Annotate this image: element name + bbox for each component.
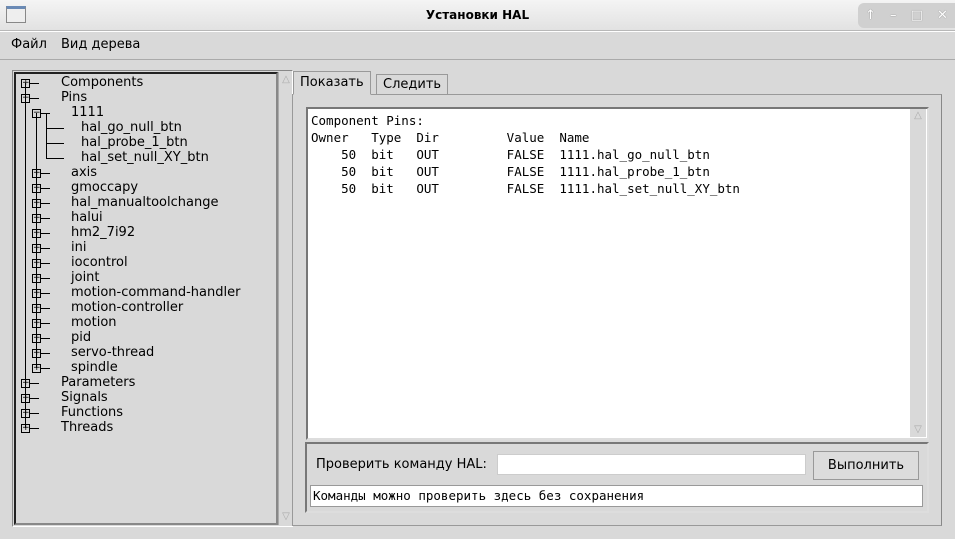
- tree-item[interactable]: Pins: [61, 90, 87, 105]
- tree-item[interactable]: joint: [71, 270, 100, 285]
- tree-item[interactable]: Components: [61, 75, 143, 90]
- hal-tree[interactable]: Components+Pins−1111−hal_go_null_btnhal_…: [14, 72, 278, 525]
- menu-bar: Файл Вид дерева: [0, 31, 955, 60]
- tree-item[interactable]: hal_go_null_btn: [81, 120, 182, 135]
- output-scrollbar[interactable]: △ ▽: [910, 109, 926, 437]
- scroll-up-icon[interactable]: △: [912, 110, 924, 122]
- tree-item[interactable]: iocontrol: [71, 255, 128, 270]
- tree-item[interactable]: Functions: [61, 405, 123, 420]
- tree-item[interactable]: spindle: [71, 360, 118, 375]
- scroll-down-icon[interactable]: ▽: [912, 424, 924, 436]
- menu-tree-view[interactable]: Вид дерева: [61, 37, 140, 52]
- tree-connector: [25, 83, 26, 428]
- tree-connector: [46, 113, 47, 158]
- window-controls: ↑ – □ ✕: [858, 3, 955, 28]
- tree-item[interactable]: Threads: [61, 420, 113, 435]
- tree-connector: [46, 128, 64, 129]
- tree-item[interactable]: 1111: [71, 105, 104, 120]
- tree-item[interactable]: motion-controller: [71, 300, 183, 315]
- tree-scrollbar[interactable]: △ ▽: [278, 72, 292, 525]
- tree-item[interactable]: Signals: [61, 390, 108, 405]
- tree-connector: [46, 143, 64, 144]
- tree-item[interactable]: Parameters: [61, 375, 135, 390]
- command-label: Проверить команду HAL:: [316, 457, 487, 472]
- tree-item[interactable]: hal_set_null_XY_btn: [81, 150, 209, 165]
- window-title: Установки HAL: [425, 8, 530, 22]
- tree-item[interactable]: pid: [71, 330, 91, 345]
- output-text: Component Pins: Owner Type Dir Value Nam…: [311, 113, 740, 196]
- tree-item[interactable]: hal_manualtoolchange: [71, 195, 218, 210]
- tree-item[interactable]: ini: [71, 240, 86, 255]
- tree-connector: [46, 158, 64, 159]
- tree-item[interactable]: servo-thread: [71, 345, 154, 360]
- title-bar: Установки HAL ↑ – □ ✕: [0, 0, 955, 31]
- keep-above-icon[interactable]: ↑: [865, 8, 876, 23]
- command-input[interactable]: [497, 454, 806, 475]
- tree-item[interactable]: hm2_7i92: [71, 225, 135, 240]
- tree-item[interactable]: hal_probe_1_btn: [81, 135, 188, 150]
- scroll-down-icon[interactable]: ▽: [280, 511, 292, 523]
- menu-file[interactable]: Файл: [11, 37, 47, 52]
- tree-connector: [36, 113, 37, 368]
- tab-show[interactable]: Показать: [293, 71, 371, 95]
- tree-item[interactable]: motion: [71, 315, 117, 330]
- tree-item[interactable]: halui: [71, 210, 103, 225]
- status-message: Команды можно проверить здесь без сохран…: [310, 485, 923, 507]
- tree-item[interactable]: axis: [71, 165, 97, 180]
- tree-item[interactable]: motion-command-handler: [71, 285, 240, 300]
- maximize-icon[interactable]: □: [911, 8, 923, 23]
- tree-item[interactable]: gmoccapy: [71, 180, 138, 195]
- scroll-up-icon[interactable]: △: [280, 74, 292, 86]
- run-button[interactable]: Выполнить: [813, 451, 919, 480]
- tab-watch[interactable]: Следить: [376, 74, 449, 94]
- close-icon[interactable]: ✕: [937, 8, 948, 23]
- minimize-icon[interactable]: –: [890, 8, 897, 23]
